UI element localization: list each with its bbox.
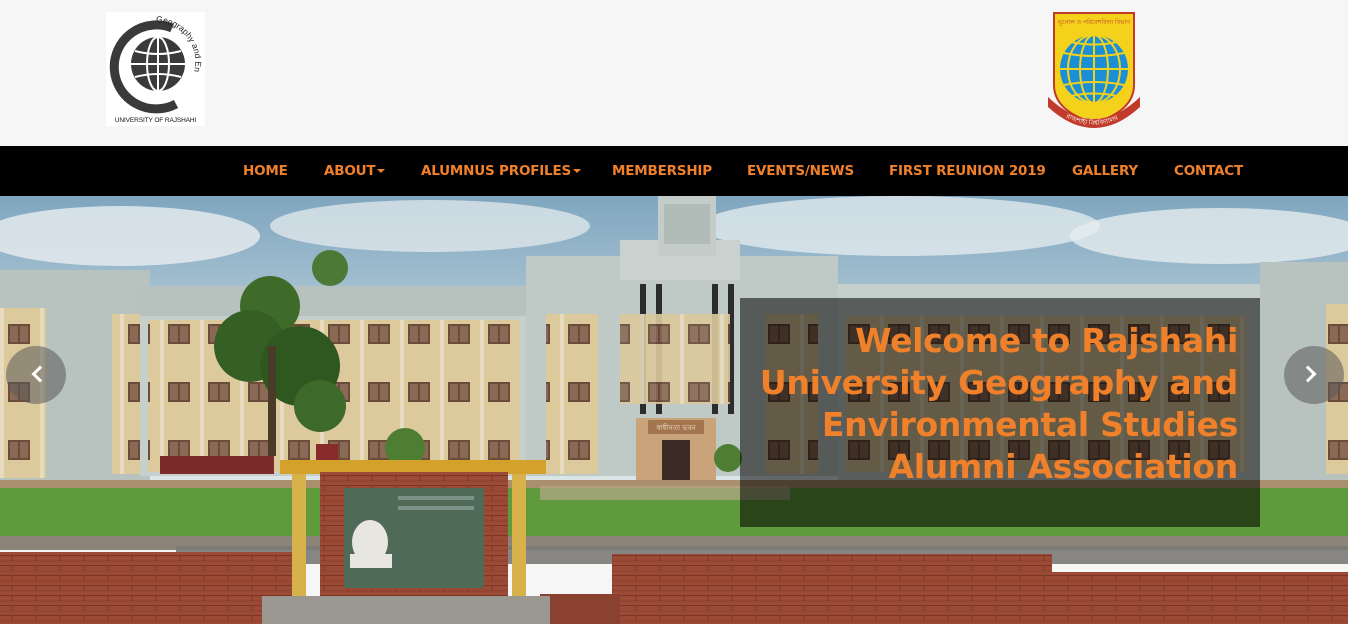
nav-about-label: ABOUT — [324, 163, 376, 179]
nav-alumnus-profiles[interactable]: ALUMNUS PROFILES — [421, 146, 582, 196]
hero-caption-line-1: Welcome to Rajshahi — [855, 321, 1238, 360]
university-emblem[interactable]: ভূগোল ও পরিবেশবিদ্যা বিভাগ রাজশাহী বিশ্ব… — [1046, 11, 1142, 134]
nav-events-news-label: EVENTS/NEWS — [747, 163, 854, 179]
building-sign-text: স্বাধীনতা ভবন — [655, 423, 696, 432]
logo-university-text: UNIVERSITY OF RAJSHAHI — [114, 117, 197, 124]
nav-membership[interactable]: MEMBERSHIP — [612, 146, 712, 196]
nav-membership-label: MEMBERSHIP — [612, 163, 712, 179]
nav-gallery-label: GALLERY — [1072, 163, 1138, 179]
hero-caption-line-4: Alumni Association — [888, 447, 1238, 486]
carousel-prev-button[interactable] — [6, 346, 66, 404]
emblem-globe-icon: ভূগোল ও পরিবেশবিদ্যা বিভাগ রাজশাহী বিশ্ব… — [1048, 12, 1140, 128]
caret-down-icon — [377, 169, 386, 173]
hero-carousel[interactable]: স্বাধীনতা ভবন Welcome to Rajshahi Univer… — [0, 196, 1348, 624]
nav-contact-label: CONTACT — [1174, 163, 1244, 179]
department-logo[interactable]: Geography and Environmental Studies UNIV… — [106, 12, 205, 126]
nav-gallery[interactable]: GALLERY — [1072, 146, 1138, 196]
nav-about[interactable]: ABOUT — [324, 146, 386, 196]
nav-home-label: HOME — [243, 163, 288, 179]
chevron-left-icon — [31, 365, 49, 383]
nav-first-reunion-label: FIRST REUNION 2019 — [889, 163, 1046, 179]
hero-caption-line-3: Environmental Studies — [821, 405, 1238, 444]
hero-caption-box: Welcome to Rajshahi University Geography… — [740, 298, 1260, 527]
hero-caption-line-2: University Geography and — [759, 363, 1238, 402]
chevron-right-icon — [1299, 365, 1317, 383]
site-header: Geography and Environmental Studies UNIV… — [0, 0, 1348, 146]
nav-first-reunion[interactable]: FIRST REUNION 2019 — [889, 146, 1046, 196]
nav-alumnus-profiles-label: ALUMNUS PROFILES — [421, 163, 572, 179]
hero-caption: Welcome to Rajshahi University Geography… — [758, 320, 1238, 488]
carousel-next-button[interactable] — [1284, 346, 1344, 404]
emblem-top-text: ভূগোল ও পরিবেশবিদ্যা বিভাগ — [1057, 19, 1132, 26]
nav-contact[interactable]: CONTACT — [1174, 146, 1243, 196]
globe-logo-icon: Geography and Environmental Studies — [106, 12, 203, 114]
nav-home[interactable]: HOME — [243, 146, 288, 196]
nav-events-news[interactable]: EVENTS/NEWS — [747, 146, 854, 196]
main-navbar: HOME ABOUT ALUMNUS PROFILES MEMBERSHIP E… — [0, 146, 1348, 196]
caret-down-icon — [573, 169, 582, 173]
